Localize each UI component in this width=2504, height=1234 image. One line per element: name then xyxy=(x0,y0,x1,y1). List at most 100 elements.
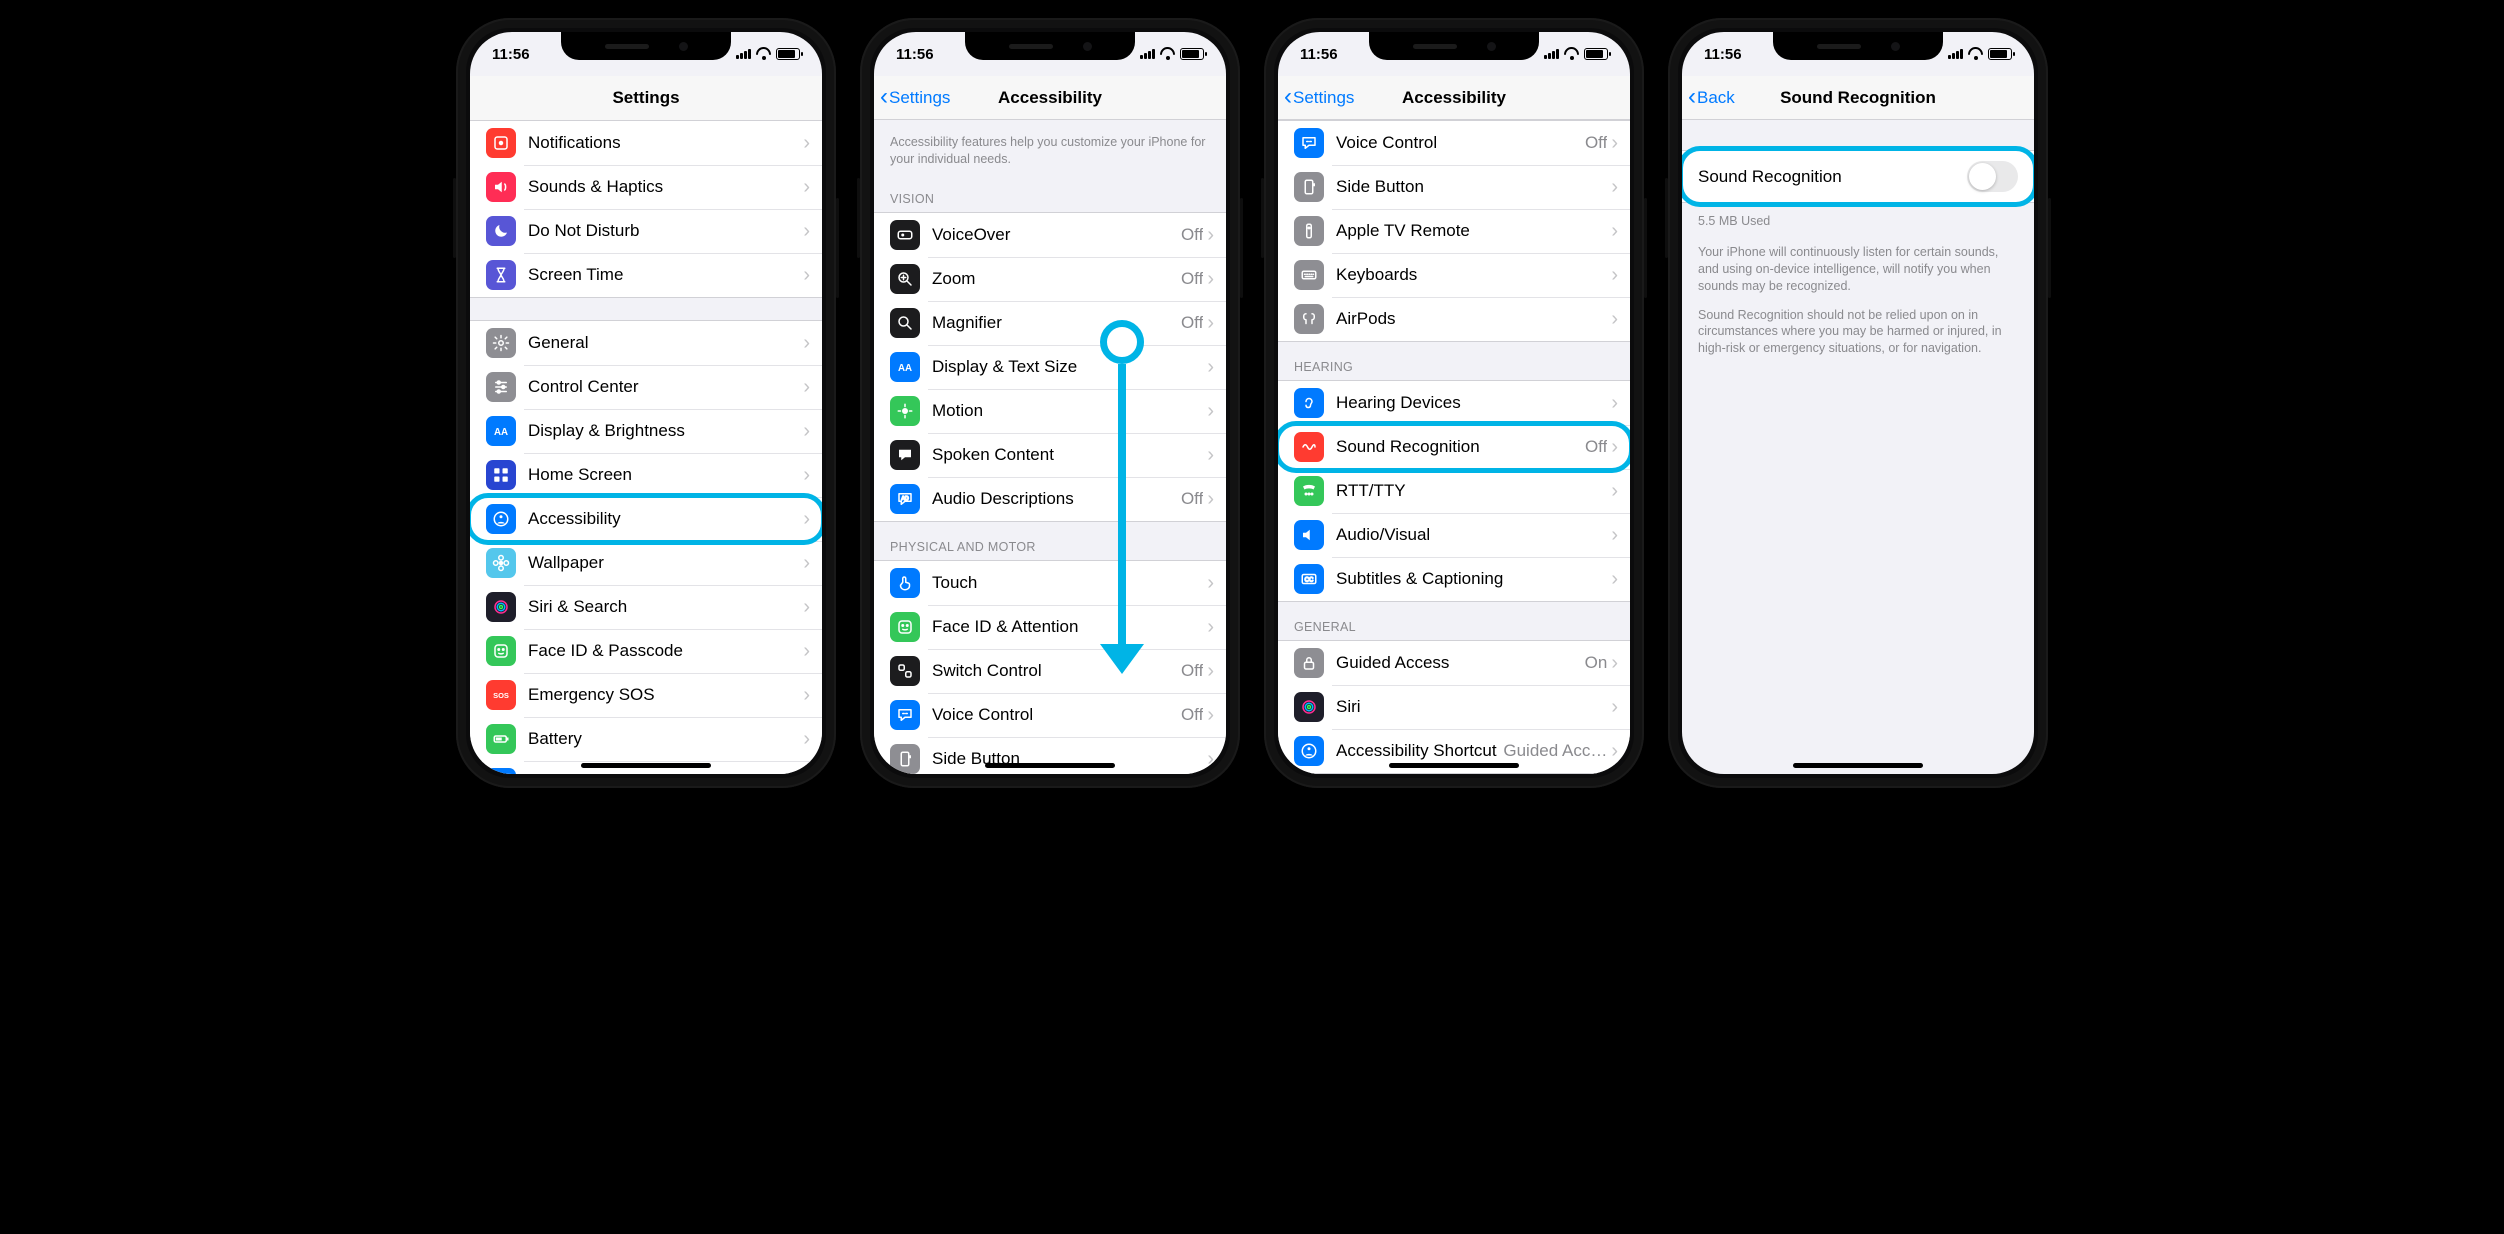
chevron-right-icon: › xyxy=(803,377,810,397)
row-subtitles[interactable]: CCSubtitles & Captioning› xyxy=(1278,557,1630,601)
section-header: PHYSICAL AND MOTOR xyxy=(874,522,1226,560)
back-button[interactable]: ‹Back xyxy=(1688,76,1735,119)
sound-recognition-toggle-row[interactable]: Sound Recognition xyxy=(1682,150,2034,203)
row-siri-search[interactable]: Siri & Search› xyxy=(470,585,822,629)
screen: 11:56 ‹SettingsAccessibilityVoice Contro… xyxy=(1278,32,1630,774)
row-rtt-tty[interactable]: RTT/TTY› xyxy=(1278,469,1630,513)
row-general[interactable]: General› xyxy=(470,321,822,365)
row-siri[interactable]: Siri› xyxy=(1278,685,1630,729)
row-screen-time[interactable]: Screen Time› xyxy=(470,253,822,297)
subtitles-icon: CC xyxy=(1294,564,1324,594)
battery-icon xyxy=(1180,48,1204,60)
row-audio-desc[interactable]: ADAudio DescriptionsOff› xyxy=(874,477,1226,521)
sounds-haptics-icon xyxy=(486,172,516,202)
row-voiceover[interactable]: VoiceOverOff› xyxy=(874,213,1226,257)
row-label: Notifications xyxy=(528,133,803,153)
storage-used-text: 5.5 MB Used xyxy=(1682,203,2034,236)
notch xyxy=(1773,32,1943,60)
chevron-right-icon: › xyxy=(1611,265,1618,285)
row-touch[interactable]: Touch› xyxy=(874,561,1226,605)
section-header: GENERAL xyxy=(1278,602,1630,640)
toggle-switch[interactable] xyxy=(1967,161,2018,192)
row-label: Audio Descriptions xyxy=(932,489,1181,509)
row-wallpaper[interactable]: Wallpaper› xyxy=(470,541,822,585)
row-notifications[interactable]: Notifications› xyxy=(470,121,822,165)
back-button[interactable]: ‹Settings xyxy=(1284,76,1354,119)
row-home-screen[interactable]: Home Screen› xyxy=(470,453,822,497)
siri-icon xyxy=(1294,692,1324,722)
status-time: 11:56 xyxy=(896,46,934,63)
content-area[interactable]: Voice ControlOff›Side Button›Apple TV Re… xyxy=(1278,120,1630,774)
row-apple-tv-r[interactable]: Apple TV Remote› xyxy=(1278,209,1630,253)
row-label: Accessibility xyxy=(528,509,803,529)
row-magnifier[interactable]: MagnifierOff› xyxy=(874,301,1226,345)
row-audio-visual[interactable]: Audio/Visual› xyxy=(1278,513,1630,557)
row-label: Sound Recognition xyxy=(1336,437,1585,457)
content-area[interactable]: Accessibility features help you customiz… xyxy=(874,120,1226,774)
row-label: Display & Text Size xyxy=(932,357,1207,377)
section-header: VISION xyxy=(874,174,1226,212)
row-label: Privacy xyxy=(528,773,803,774)
screen-time-icon xyxy=(486,260,516,290)
row-motion[interactable]: Motion› xyxy=(874,389,1226,433)
row-face-attn[interactable]: Face ID & Attention› xyxy=(874,605,1226,649)
home-indicator[interactable] xyxy=(581,763,711,768)
wifi-icon xyxy=(1564,47,1579,62)
battery-icon xyxy=(486,724,516,754)
row-keyboards[interactable]: Keyboards› xyxy=(1278,253,1630,297)
row-label: Control Center xyxy=(528,377,803,397)
row-voice-ctrl[interactable]: Voice ControlOff› xyxy=(1278,121,1630,165)
content-area[interactable]: Notifications›Sounds & Haptics›Do Not Di… xyxy=(470,120,822,774)
row-label: Voice Control xyxy=(932,705,1181,725)
row-hearing-dev[interactable]: Hearing Devices› xyxy=(1278,381,1630,425)
row-do-not-disturb[interactable]: Do Not Disturb› xyxy=(470,209,822,253)
row-display-bright[interactable]: AADisplay & Brightness› xyxy=(470,409,822,453)
wifi-icon xyxy=(756,47,771,62)
home-indicator[interactable] xyxy=(985,763,1115,768)
row-emergency-sos[interactable]: SOSEmergency SOS› xyxy=(470,673,822,717)
row-spoken-content[interactable]: Spoken Content› xyxy=(874,433,1226,477)
phone-settings-root: 11:56 SettingsNotifications›Sounds & Hap… xyxy=(456,18,836,788)
row-switch-ctrl[interactable]: Switch ControlOff› xyxy=(874,649,1226,693)
phone-accessibility-top: 11:56 ‹SettingsAccessibilityAccessibilit… xyxy=(860,18,1240,788)
row-label: Apple TV Remote xyxy=(1336,221,1611,241)
row-label: Face ID & Passcode xyxy=(528,641,803,661)
row-guided-access[interactable]: Guided AccessOn› xyxy=(1278,641,1630,685)
content-area[interactable]: Sound Recognition5.5 MB UsedYour iPhone … xyxy=(1682,120,2034,774)
chevron-right-icon: › xyxy=(803,177,810,197)
screen: 11:56 SettingsNotifications›Sounds & Hap… xyxy=(470,32,822,774)
row-label: Emergency SOS xyxy=(528,685,803,705)
chevron-right-icon: › xyxy=(1207,357,1214,377)
motion-icon xyxy=(890,396,920,426)
row-accessibility[interactable]: Accessibility› xyxy=(470,497,822,541)
row-control-center[interactable]: Control Center› xyxy=(470,365,822,409)
row-display-text[interactable]: AA Display & Text Size› xyxy=(874,345,1226,389)
chevron-right-icon: › xyxy=(1207,617,1214,637)
row-side-button[interactable]: Side Button› xyxy=(874,737,1226,774)
row-airpods[interactable]: AirPods› xyxy=(1278,297,1630,341)
chevron-right-icon: › xyxy=(803,597,810,617)
row-sounds-haptics[interactable]: Sounds & Haptics› xyxy=(470,165,822,209)
page-title: Settings xyxy=(612,88,679,108)
row-value: Off xyxy=(1181,313,1203,333)
row-label: RTT/TTY xyxy=(1336,481,1611,501)
row-side-button[interactable]: Side Button› xyxy=(1278,165,1630,209)
row-value: Off xyxy=(1181,489,1203,509)
chevron-right-icon: › xyxy=(803,553,810,573)
back-button[interactable]: ‹Settings xyxy=(880,76,950,119)
home-indicator[interactable] xyxy=(1793,763,1923,768)
row-battery[interactable]: Battery› xyxy=(470,717,822,761)
home-indicator[interactable] xyxy=(1389,763,1519,768)
row-voice-ctrl[interactable]: Voice ControlOff› xyxy=(874,693,1226,737)
row-sound-recog[interactable]: Sound RecognitionOff› xyxy=(1278,425,1630,469)
shortcut-icon xyxy=(1294,736,1324,766)
row-zoom[interactable]: ZoomOff› xyxy=(874,257,1226,301)
home-screen-icon xyxy=(486,460,516,490)
chevron-right-icon: › xyxy=(1611,133,1618,153)
side-button-icon xyxy=(1294,172,1324,202)
row-face-id[interactable]: Face ID & Passcode› xyxy=(470,629,822,673)
display-text-icon: AA xyxy=(890,352,920,382)
cellular-signal-icon xyxy=(1544,49,1559,59)
settings-group: Voice ControlOff›Side Button›Apple TV Re… xyxy=(1278,120,1630,342)
chevron-right-icon: › xyxy=(803,333,810,353)
